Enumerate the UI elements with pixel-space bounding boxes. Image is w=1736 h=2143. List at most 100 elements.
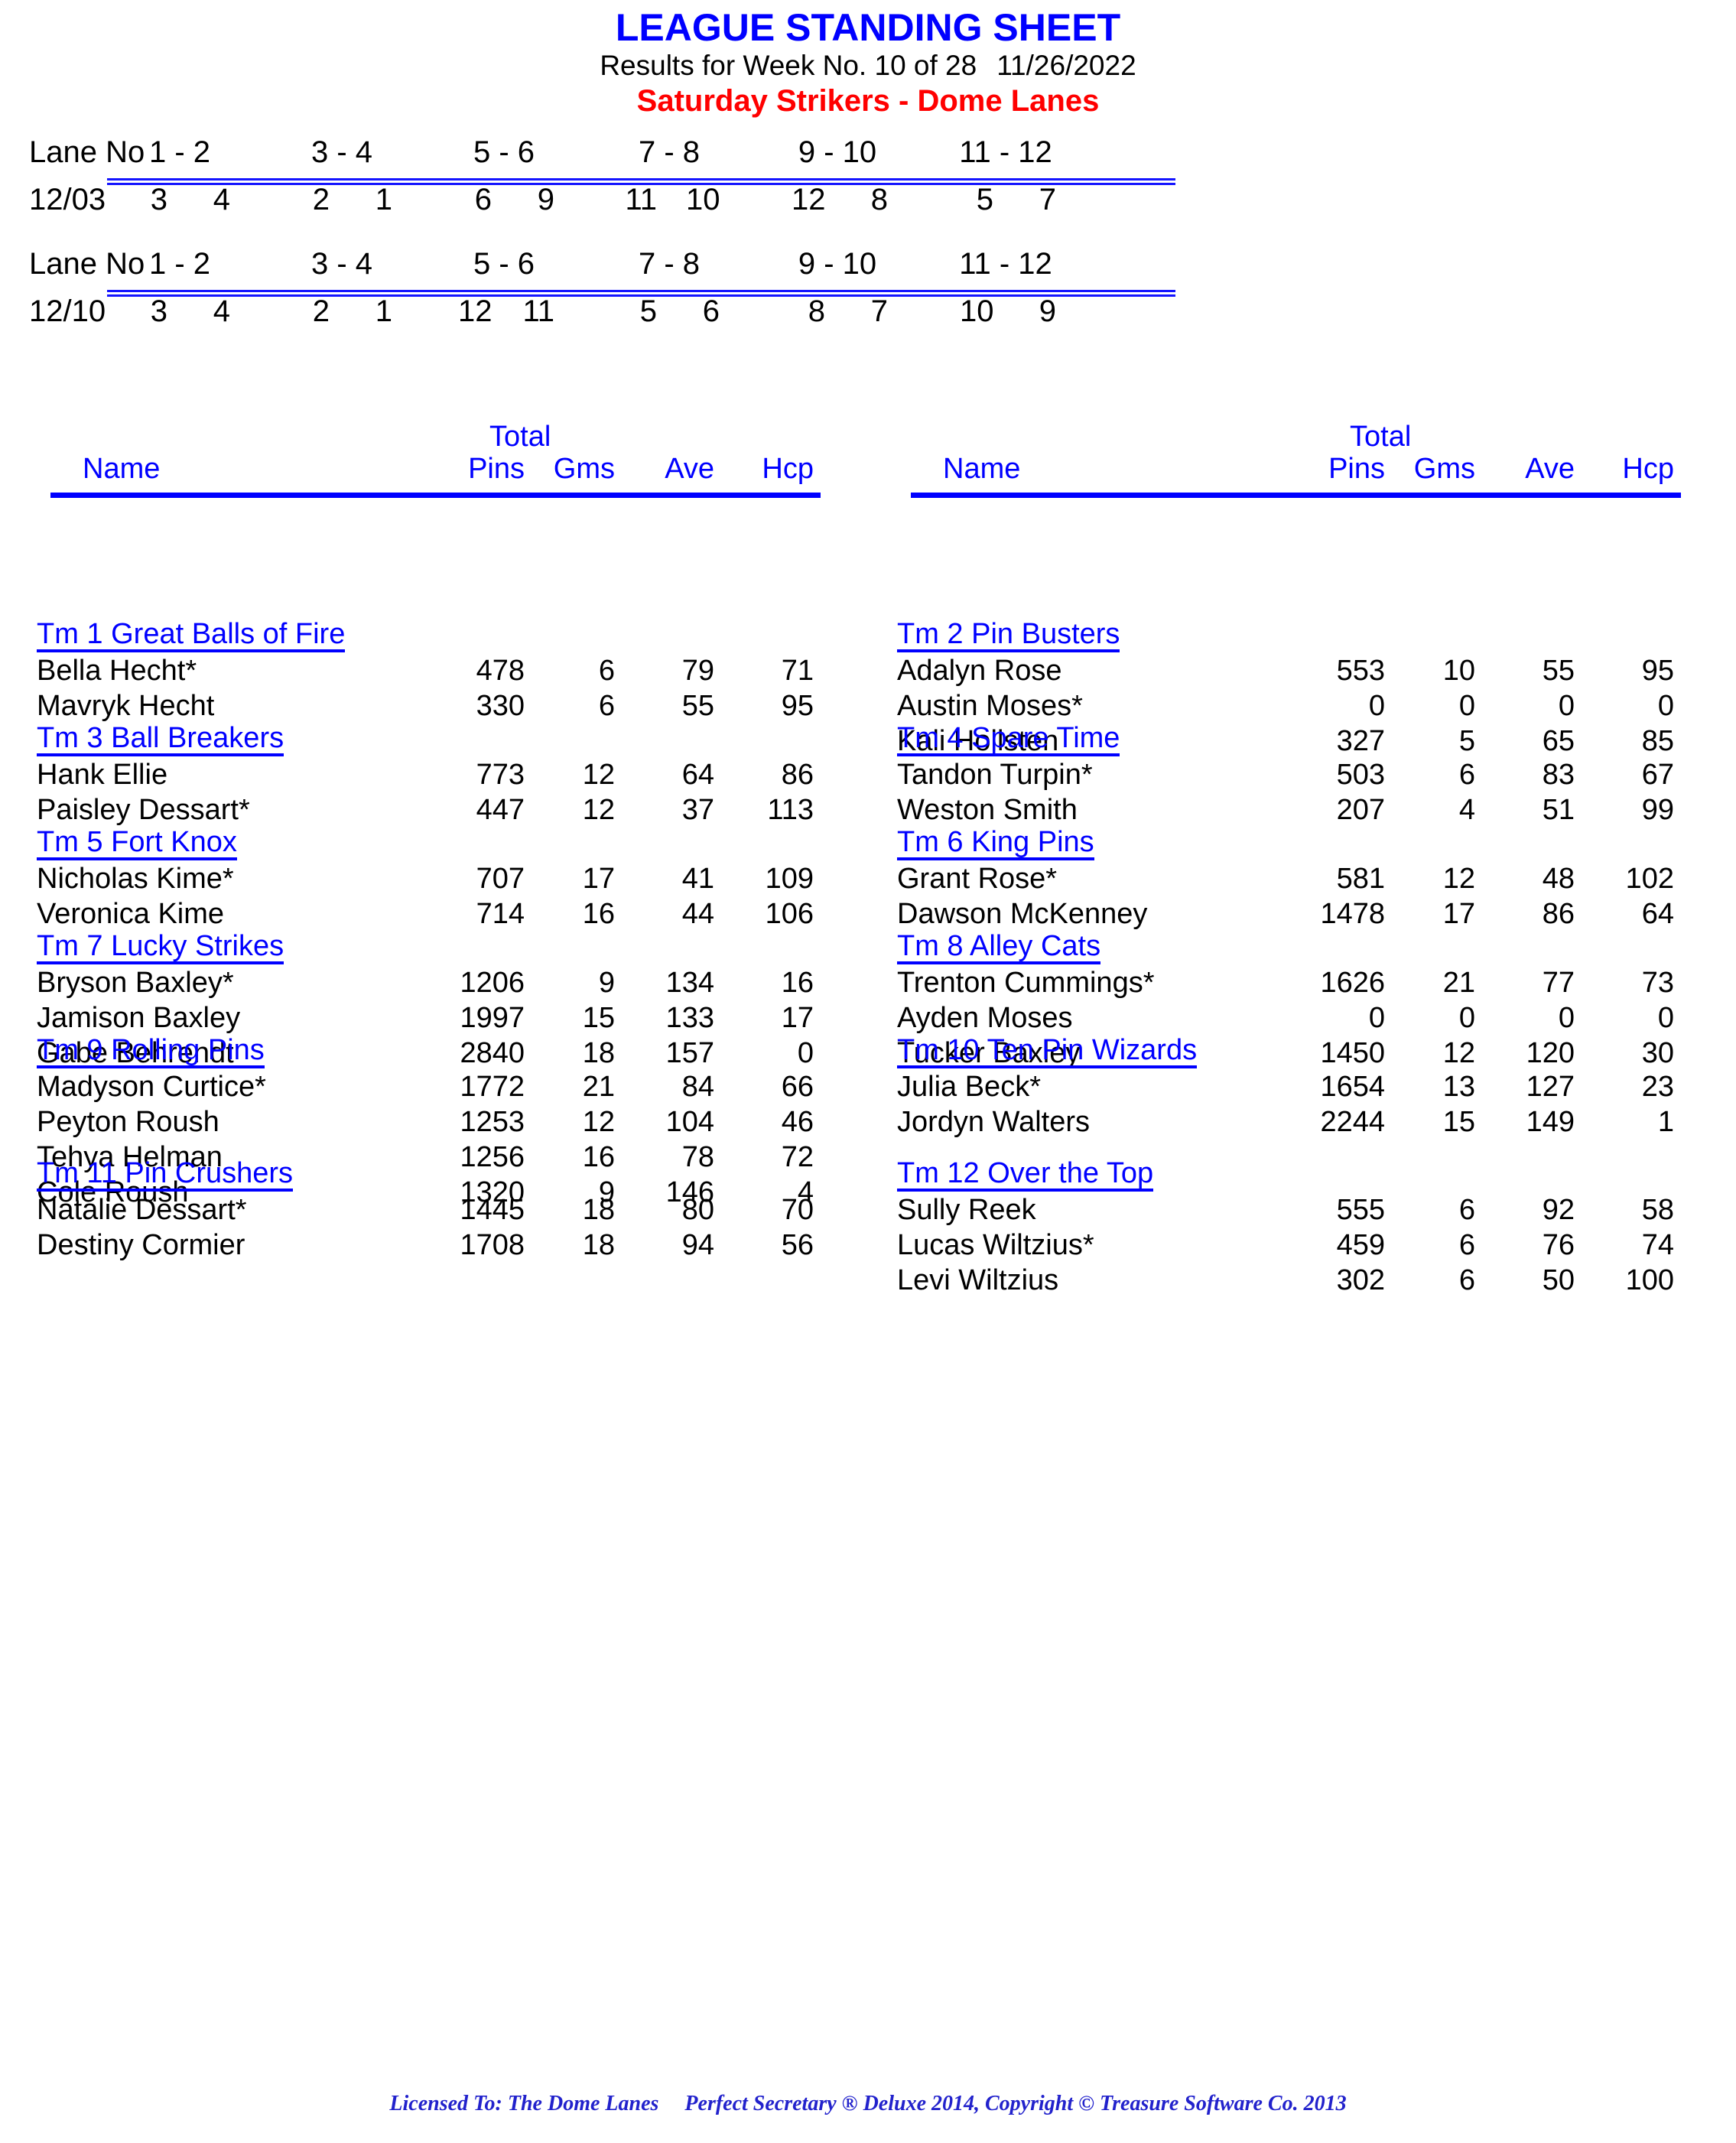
player-ave: 48	[1542, 863, 1575, 895]
player-hcp: 46	[781, 1106, 814, 1138]
player-gms: 17	[582, 863, 615, 895]
player-hcp: 95	[781, 690, 814, 722]
player-gms: 6	[1458, 1264, 1475, 1296]
page-header: LEAGUE STANDING SHEET Results for Week N…	[0, 0, 1736, 119]
player-pins: 327	[1336, 725, 1385, 757]
standings-column-left: Total Name Pins Gms Ave Hcp Tm 1 Great B…	[15, 421, 857, 1261]
player-ave: 44	[681, 898, 714, 930]
player-hcp: 0	[1657, 690, 1674, 722]
player-hcp: 100	[1625, 1264, 1674, 1296]
player-ave: 0	[1558, 690, 1575, 722]
player-pins: 1478	[1320, 898, 1385, 930]
team-name[interactable]: Tm 6 King Pins	[897, 828, 1094, 860]
player-gms: 18	[582, 1229, 615, 1261]
total-label: Total	[1350, 421, 1412, 453]
player-hcp: 106	[765, 898, 814, 930]
player-ave: 37	[681, 794, 714, 826]
team-name[interactable]: Tm 2 Pin Busters	[897, 619, 1120, 652]
team-number: 1	[375, 183, 392, 217]
player-name: Destiny Cormier	[37, 1229, 245, 1261]
player-hcp: 102	[1625, 863, 1674, 895]
lane-date: 12/03	[29, 183, 106, 217]
lane-pair: 5 - 6	[473, 135, 535, 170]
player-row: Jordyn Walters 2244 15 149 1	[876, 1106, 1717, 1141]
player-hcp: 0	[1657, 1002, 1674, 1034]
player-name: Weston Smith	[897, 794, 1078, 826]
player-row: Grant Rose* 581 12 48 102	[876, 863, 1717, 898]
team-name[interactable]: Tm 9 Rolling Pins	[37, 1036, 265, 1068]
lane-date: 12/10	[29, 294, 106, 329]
player-ave: 157	[665, 1037, 714, 1069]
player-pins: 2244	[1320, 1106, 1385, 1138]
player-name: Trenton Cummings*	[897, 967, 1155, 999]
results-date: 11/26/2022	[996, 49, 1136, 81]
player-pins: 714	[476, 898, 525, 930]
name-column-header: Name	[83, 453, 161, 485]
lane-pair: 3 - 4	[310, 247, 373, 281]
player-pins: 1450	[1320, 1037, 1385, 1069]
team-name[interactable]: Tm 3 Ball Breakers	[37, 724, 284, 756]
player-pins: 1206	[460, 967, 525, 999]
lane-pair: 11 - 12	[959, 247, 1052, 281]
player-ave: 133	[665, 1002, 714, 1034]
team-name[interactable]: Tm 4 Spare Time	[897, 724, 1120, 756]
player-gms: 6	[1458, 1229, 1475, 1261]
player-row: Paisley Dessart* 447 12 37 113	[15, 794, 857, 829]
team-name[interactable]: Tm 11 Pin Crushers	[37, 1159, 294, 1192]
player-row: Julia Beck* 1654 13 127 23	[876, 1071, 1717, 1106]
player-gms: 15	[582, 1002, 615, 1034]
player-pins: 1708	[460, 1229, 525, 1261]
team-name[interactable]: Tm 10 Ten Pin Wizards	[897, 1036, 1198, 1068]
lane-pair: 7 - 8	[638, 135, 701, 170]
player-ave: 149	[1526, 1106, 1575, 1138]
player-ave: 127	[1526, 1071, 1575, 1103]
player-name: Paisley Dessart*	[37, 794, 250, 826]
player-gms: 6	[1458, 759, 1475, 791]
player-hcp: 85	[1641, 725, 1674, 757]
player-name: Veronica Kime	[37, 898, 225, 930]
results-week: Results for Week No. 10 of 28	[600, 49, 977, 81]
team-name[interactable]: Tm 5 Fort Knox	[37, 828, 237, 860]
player-pins: 302	[1336, 1264, 1385, 1296]
player-ave: 83	[1542, 759, 1575, 791]
lane-header-row: Lane No 1 - 2 3 - 4 5 - 6 7 - 8 9 - 10 1…	[0, 135, 1736, 175]
player-hcp: 73	[1641, 967, 1674, 999]
player-pins: 1997	[460, 1002, 525, 1034]
player-hcp: 109	[765, 863, 814, 895]
team-number: 8	[870, 183, 888, 217]
league-name: Saturday Strikers - Dome Lanes	[636, 84, 1100, 119]
total-label: Total	[489, 421, 551, 453]
player-ave: 80	[681, 1194, 714, 1226]
team-name[interactable]: Tm 1 Great Balls of Fire	[37, 619, 346, 652]
player-ave: 77	[1542, 967, 1575, 999]
player-gms: 12	[582, 794, 615, 826]
team-name[interactable]: Tm 8 Alley Cats	[897, 932, 1101, 964]
player-pins: 581	[1336, 863, 1385, 895]
lane-pair: 11 - 12	[959, 135, 1052, 170]
team-name[interactable]: Tm 7 Lucky Strikes	[37, 932, 284, 964]
lane-pair: 9 - 10	[798, 247, 877, 281]
player-pins: 0	[1368, 690, 1385, 722]
player-pins: 503	[1336, 759, 1385, 791]
team-number: 11	[522, 294, 554, 329]
player-gms: 16	[582, 1141, 615, 1173]
player-pins: 478	[476, 655, 525, 687]
player-hcp: 99	[1641, 794, 1674, 826]
player-ave: 94	[681, 1229, 714, 1261]
player-name: Jamison Baxley	[37, 1002, 241, 1034]
pins-column-header: Pins	[468, 453, 525, 485]
team-name[interactable]: Tm 12 Over the Top	[897, 1159, 1154, 1192]
team-number: 3	[150, 183, 167, 217]
player-gms: 13	[1442, 1071, 1475, 1103]
player-row: Natalie Dessart* 1445 18 80 70	[15, 1194, 857, 1229]
team-number: 5	[976, 183, 993, 217]
player-pins: 207	[1336, 794, 1385, 826]
player-name: Mavryk Hecht	[37, 690, 215, 722]
player-ave: 104	[665, 1106, 714, 1138]
team-number: 7	[870, 294, 888, 329]
player-hcp: 95	[1641, 655, 1674, 687]
player-name: Adalyn Rose	[897, 655, 1062, 687]
player-gms: 12	[1442, 1037, 1475, 1069]
player-ave: 41	[681, 863, 714, 895]
header-divider	[911, 493, 1681, 498]
